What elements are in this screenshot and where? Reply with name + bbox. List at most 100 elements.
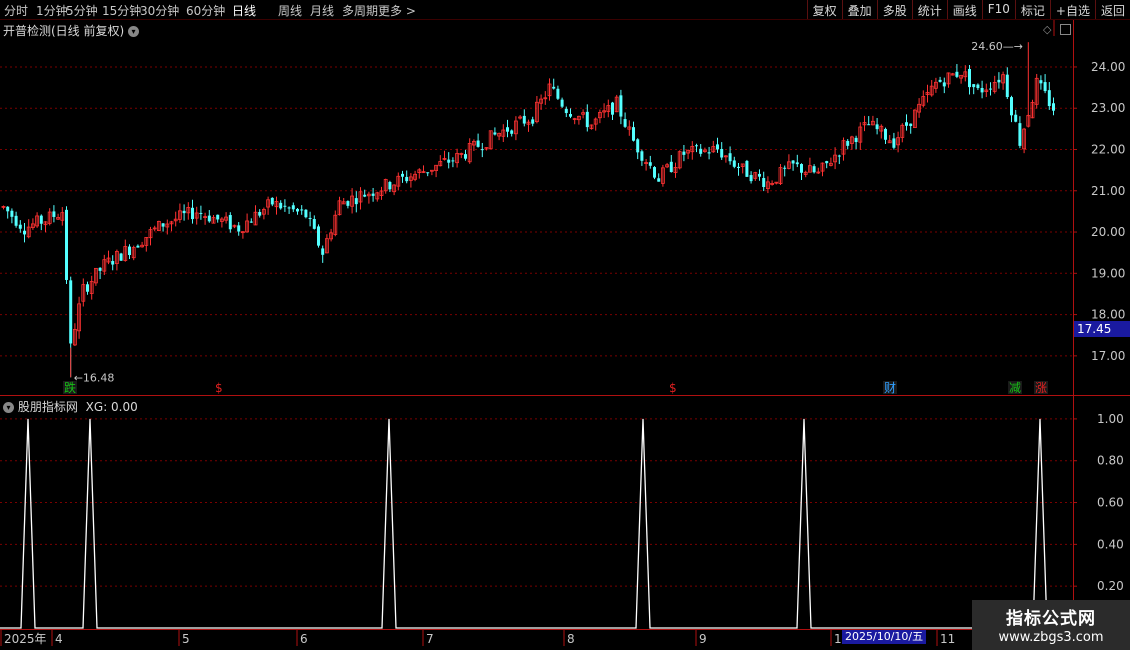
candle-body (556, 88, 560, 99)
period-tab-3[interactable]: 15分钟 (102, 2, 141, 19)
axis-labels: 24.00 23.00 22.00 21.00 20.00 19.00 18.00 17.00… (0, 60, 1125, 646)
xg-line (0, 418, 1073, 629)
candlestick-series: ←16.48 24.60—→ 跌 $ $ 财 减涨 (1, 40, 1055, 395)
candle-body (812, 166, 816, 173)
candle-body (447, 159, 451, 163)
price-tick-label: 20.00 (1091, 225, 1125, 239)
toolbar-button-8[interactable]: 返回 (1094, 0, 1130, 19)
indicator-series (0, 418, 1073, 629)
candle-body (128, 246, 131, 256)
indicator-tick-label: 0.60 (1097, 496, 1124, 510)
candle-body (207, 215, 211, 222)
panel-toggle-icon[interactable] (1060, 24, 1071, 35)
candle-body (98, 267, 102, 271)
period-tab-7[interactable]: 周线 (278, 2, 302, 19)
candle-body (283, 205, 287, 207)
candle-body (136, 245, 140, 248)
candle-body (506, 127, 509, 132)
toolbar-button-5[interactable]: F10 (981, 0, 1015, 19)
candle-body (905, 122, 908, 126)
candle-body (291, 205, 295, 210)
period-tab-4[interactable]: 30分钟 (140, 2, 179, 19)
toolbar-button-0[interactable]: 复权 (806, 0, 842, 19)
chart-canvas[interactable]: ←16.48 24.60—→ 跌 $ $ 财 减涨 24.00 23.00 22.00 21.00… (0, 0, 1130, 650)
candle-body (745, 160, 749, 177)
candle-body (976, 84, 980, 89)
candle-body (249, 221, 253, 223)
candle-body (758, 173, 761, 177)
candle-body (791, 160, 795, 164)
candle-body (892, 138, 896, 148)
candle-body (585, 111, 589, 128)
candle-body (199, 212, 203, 214)
event-marker: $ (215, 381, 223, 395)
candle-body (909, 123, 913, 127)
date-tick-label: 7 (426, 632, 434, 646)
period-tab-5[interactable]: 60分钟 (186, 2, 225, 19)
event-marker: 财 (884, 381, 896, 395)
period-tab-0[interactable]: 分时 (4, 2, 28, 19)
candle-body (287, 207, 291, 209)
candle-body (955, 71, 959, 77)
current-price-tag: 17.45 (1074, 321, 1130, 337)
chevron-down-icon[interactable]: ▾ (128, 26, 140, 37)
candle-body (270, 197, 274, 205)
cursor-date-tag: 2025/10/10/五 (842, 630, 927, 644)
period-tab-1[interactable]: 1分钟 (36, 2, 68, 19)
period-tab-2[interactable]: 5分钟 (66, 2, 98, 19)
toolbar-button-2[interactable]: 多股 (876, 0, 912, 19)
chevron-down-icon[interactable]: ▾ (3, 402, 14, 413)
main-panel-title: 开普检测(日线 前复权) ▾ (3, 22, 140, 39)
candle-body (846, 140, 850, 146)
candle-body (800, 164, 803, 173)
candle-body (728, 153, 732, 162)
toolbar-button-4[interactable]: 画线 (946, 0, 982, 19)
period-toolbar: 分时 1分钟 5分钟 15分钟 30分钟 60分钟 日线 周线 月线 多周期 更多 > 复权 叠加 多股… (0, 0, 1130, 20)
indicator-tick-label: 0.80 (1097, 454, 1124, 468)
toolbar-button-6[interactable]: 标记 (1014, 0, 1050, 19)
candle-body (942, 82, 946, 87)
period-tab-8[interactable]: 月线 (310, 2, 334, 19)
candle-body (795, 162, 799, 165)
candle-body (14, 215, 18, 226)
indicator-title-text: 股朋指标网 (17, 400, 78, 414)
period-tab-6[interactable]: 日线 (232, 2, 256, 19)
candle-body (560, 99, 564, 107)
candle-body (426, 172, 430, 174)
price-tick-label: 19.00 (1091, 266, 1125, 280)
toolbar-button-3[interactable]: 统计 (911, 0, 947, 19)
toolbar-button-1[interactable]: 叠加 (841, 0, 877, 19)
candle-body (657, 178, 661, 182)
candle-body (86, 284, 89, 292)
candle-body (363, 194, 367, 197)
candle-body (23, 230, 26, 235)
candle-body (69, 280, 73, 344)
candle-body (783, 167, 787, 169)
candle-body (493, 132, 497, 135)
candle-body (716, 144, 719, 150)
date-tick-label: 11 (940, 632, 955, 646)
candle-body (1018, 123, 1022, 146)
candle-body (732, 160, 736, 167)
candle-body (564, 108, 568, 114)
candle-body (119, 253, 123, 261)
candle-body (1010, 97, 1013, 116)
candle-body (354, 198, 358, 205)
candle-body (699, 148, 703, 154)
candle-body (720, 149, 724, 158)
diamond-icon[interactable]: ◇ (1043, 23, 1051, 36)
period-tab-10[interactable]: 更多 > (378, 2, 416, 19)
date-tick-label: 2025年 (4, 632, 47, 646)
candle-body (476, 140, 480, 147)
candle-body (968, 68, 971, 88)
price-tick-label: 17.00 (1091, 349, 1125, 363)
candle-body (623, 119, 627, 127)
candle-body (258, 212, 262, 216)
candle-body (1043, 82, 1047, 92)
candle-body (65, 209, 68, 280)
price-tick-label: 24.00 (1091, 60, 1125, 74)
toolbar-button-7[interactable]: +自选 (1049, 0, 1095, 19)
candle-body (682, 151, 686, 155)
period-tab-9[interactable]: 多周期 (342, 2, 378, 19)
candle-body (228, 215, 232, 230)
